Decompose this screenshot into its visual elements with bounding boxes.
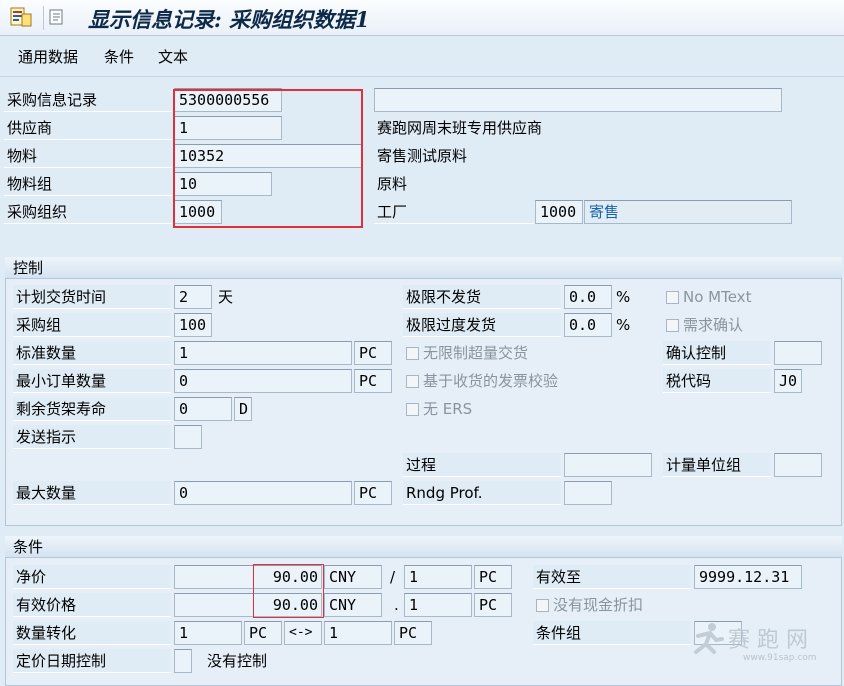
eff-price-separator: . <box>394 596 399 614</box>
vendor-label: 供应商 <box>4 116 172 140</box>
conf-control-label: 确认控制 <box>663 341 771 365</box>
qty-conv-arrow: <-> <box>284 621 322 645</box>
qty-conv-to-field[interactable]: 1 <box>324 621 392 645</box>
vendor-name: 赛跑网周末班专用供应商 <box>377 119 543 137</box>
procedure-field[interactable] <box>564 453 652 477</box>
no-mtext-checkbox[interactable] <box>666 291 679 304</box>
ack-reqd-label: 需求确认 <box>683 316 744 334</box>
conf-control-field[interactable] <box>774 341 822 365</box>
control-section-title: 控制 <box>5 257 842 279</box>
standard-qty-label: 标准数量 <box>13 341 171 365</box>
overdeliv-unit: % <box>616 316 631 334</box>
valid-to-label: 有效至 <box>533 565 691 589</box>
planned-delivery-unit: 天 <box>218 288 234 306</box>
no-ers-checkbox[interactable] <box>406 403 419 416</box>
uom-group-label: 计量单位组 <box>663 453 771 477</box>
max-qty-field[interactable]: 0 <box>174 481 352 505</box>
purch-group-label: 采购组 <box>13 313 171 337</box>
cond-group-label: 条件组 <box>533 621 691 645</box>
eff-price-currency[interactable]: CNY <box>324 593 382 617</box>
plant-label: 工厂 <box>374 200 534 224</box>
watermark-text: 赛 跑 网 <box>728 628 808 653</box>
menu-conditions[interactable]: 条件 <box>104 46 134 67</box>
qty-conv-from-unit[interactable]: PC <box>244 621 282 645</box>
header-highlight-box <box>173 89 363 228</box>
standard-qty-unit[interactable]: PC <box>354 341 392 365</box>
uom-group-field[interactable] <box>774 453 822 477</box>
procedure-label: 过程 <box>403 453 561 477</box>
net-price-unit[interactable]: PC <box>474 565 512 589</box>
menu-texts[interactable]: 文本 <box>158 46 188 67</box>
eff-price-label: 有效价格 <box>13 593 171 617</box>
overdeliv-field[interactable]: 0.0 <box>564 313 612 337</box>
net-price-currency[interactable]: CNY <box>324 565 382 589</box>
qty-conv-to-unit[interactable]: PC <box>394 621 432 645</box>
rndg-field[interactable] <box>564 481 612 505</box>
min-order-qty-field[interactable]: 0 <box>174 369 352 393</box>
shipping-instr-label: 发送指示 <box>13 425 171 449</box>
max-qty-unit[interactable]: PC <box>354 481 392 505</box>
conditions-section-title: 条件 <box>5 536 842 558</box>
info-record-desc-field <box>374 88 782 112</box>
eff-price-per-field[interactable]: 1 <box>404 593 472 617</box>
min-order-qty-label: 最小订单数量 <box>13 369 171 393</box>
qty-conv-label: 数量转化 <box>13 621 171 645</box>
min-order-qty-unit[interactable]: PC <box>354 369 392 393</box>
net-price-separator: / <box>390 568 396 586</box>
net-price-label: 净价 <box>13 565 171 589</box>
plant-field[interactable]: 1000 <box>535 200 583 224</box>
info-record-label: 采购信息记录 <box>4 88 172 112</box>
no-cash-disc-checkbox[interactable] <box>536 599 549 612</box>
no-ers-label: 无 ERS <box>423 400 473 418</box>
gr-based-iv-label: 基于收货的发票校验 <box>423 372 559 390</box>
plant-desc: 寄售 <box>584 200 792 224</box>
underdeliv-label: 极限不发货 <box>403 285 561 309</box>
rem-shelf-life-label: 剩余货架寿命 <box>13 397 171 421</box>
pricing-date-field[interactable] <box>174 649 192 673</box>
overdeliv-label: 极限过度发货 <box>403 313 561 337</box>
underdeliv-field[interactable]: 0.0 <box>564 285 612 309</box>
unlimited-label: 无限制超量交货 <box>423 344 529 362</box>
eff-price-unit[interactable]: PC <box>474 593 512 617</box>
tax-code-label: 税代码 <box>663 369 771 393</box>
qty-conv-from-field[interactable]: 1 <box>174 621 242 645</box>
shipping-instr-field[interactable] <box>174 425 202 449</box>
purch-org-label: 采购组织 <box>4 200 172 224</box>
menu-general-data[interactable]: 通用数据 <box>18 46 78 67</box>
max-qty-label: 最大数量 <box>13 481 171 505</box>
material-label: 物料 <box>4 144 172 168</box>
watermark-runner-icon <box>692 622 724 656</box>
ack-reqd-checkbox[interactable] <box>666 319 679 332</box>
material-desc: 寄售测试原料 <box>377 147 468 165</box>
other-info-record-icon[interactable] <box>48 8 66 26</box>
pricing-date-text: 没有控制 <box>207 652 268 670</box>
unlimited-checkbox[interactable] <box>406 347 419 360</box>
rem-shelf-life-field[interactable]: 0 <box>174 397 232 421</box>
display-icon[interactable] <box>10 6 32 28</box>
price-highlight-box <box>253 564 324 618</box>
watermark-url: www.91sap.com <box>743 653 817 663</box>
purch-group-field[interactable]: 100 <box>174 313 212 337</box>
no-cash-disc-label: 没有现金折扣 <box>553 596 644 614</box>
valid-to-field[interactable]: 9999.12.31 <box>694 565 802 589</box>
planned-delivery-label: 计划交货时间 <box>13 285 171 309</box>
page-title: 显示信息记录: 采购组织数据1 <box>88 7 370 32</box>
planned-delivery-field[interactable]: 2 <box>174 285 212 309</box>
no-mtext-label: No MText <box>683 288 752 306</box>
toolbar-separator <box>43 6 44 30</box>
underdeliv-unit: % <box>616 288 631 306</box>
rem-shelf-life-unit[interactable]: D <box>234 397 252 421</box>
rndg-label: Rndg Prof. <box>403 481 561 505</box>
material-group-label: 物料组 <box>4 172 172 196</box>
standard-qty-field[interactable]: 1 <box>174 341 352 365</box>
pricing-date-label: 定价日期控制 <box>13 649 171 673</box>
gr-based-iv-checkbox[interactable] <box>406 375 419 388</box>
tax-code-field[interactable]: J0 <box>774 369 802 393</box>
net-price-per-field[interactable]: 1 <box>404 565 472 589</box>
material-group-desc: 原料 <box>377 175 408 193</box>
